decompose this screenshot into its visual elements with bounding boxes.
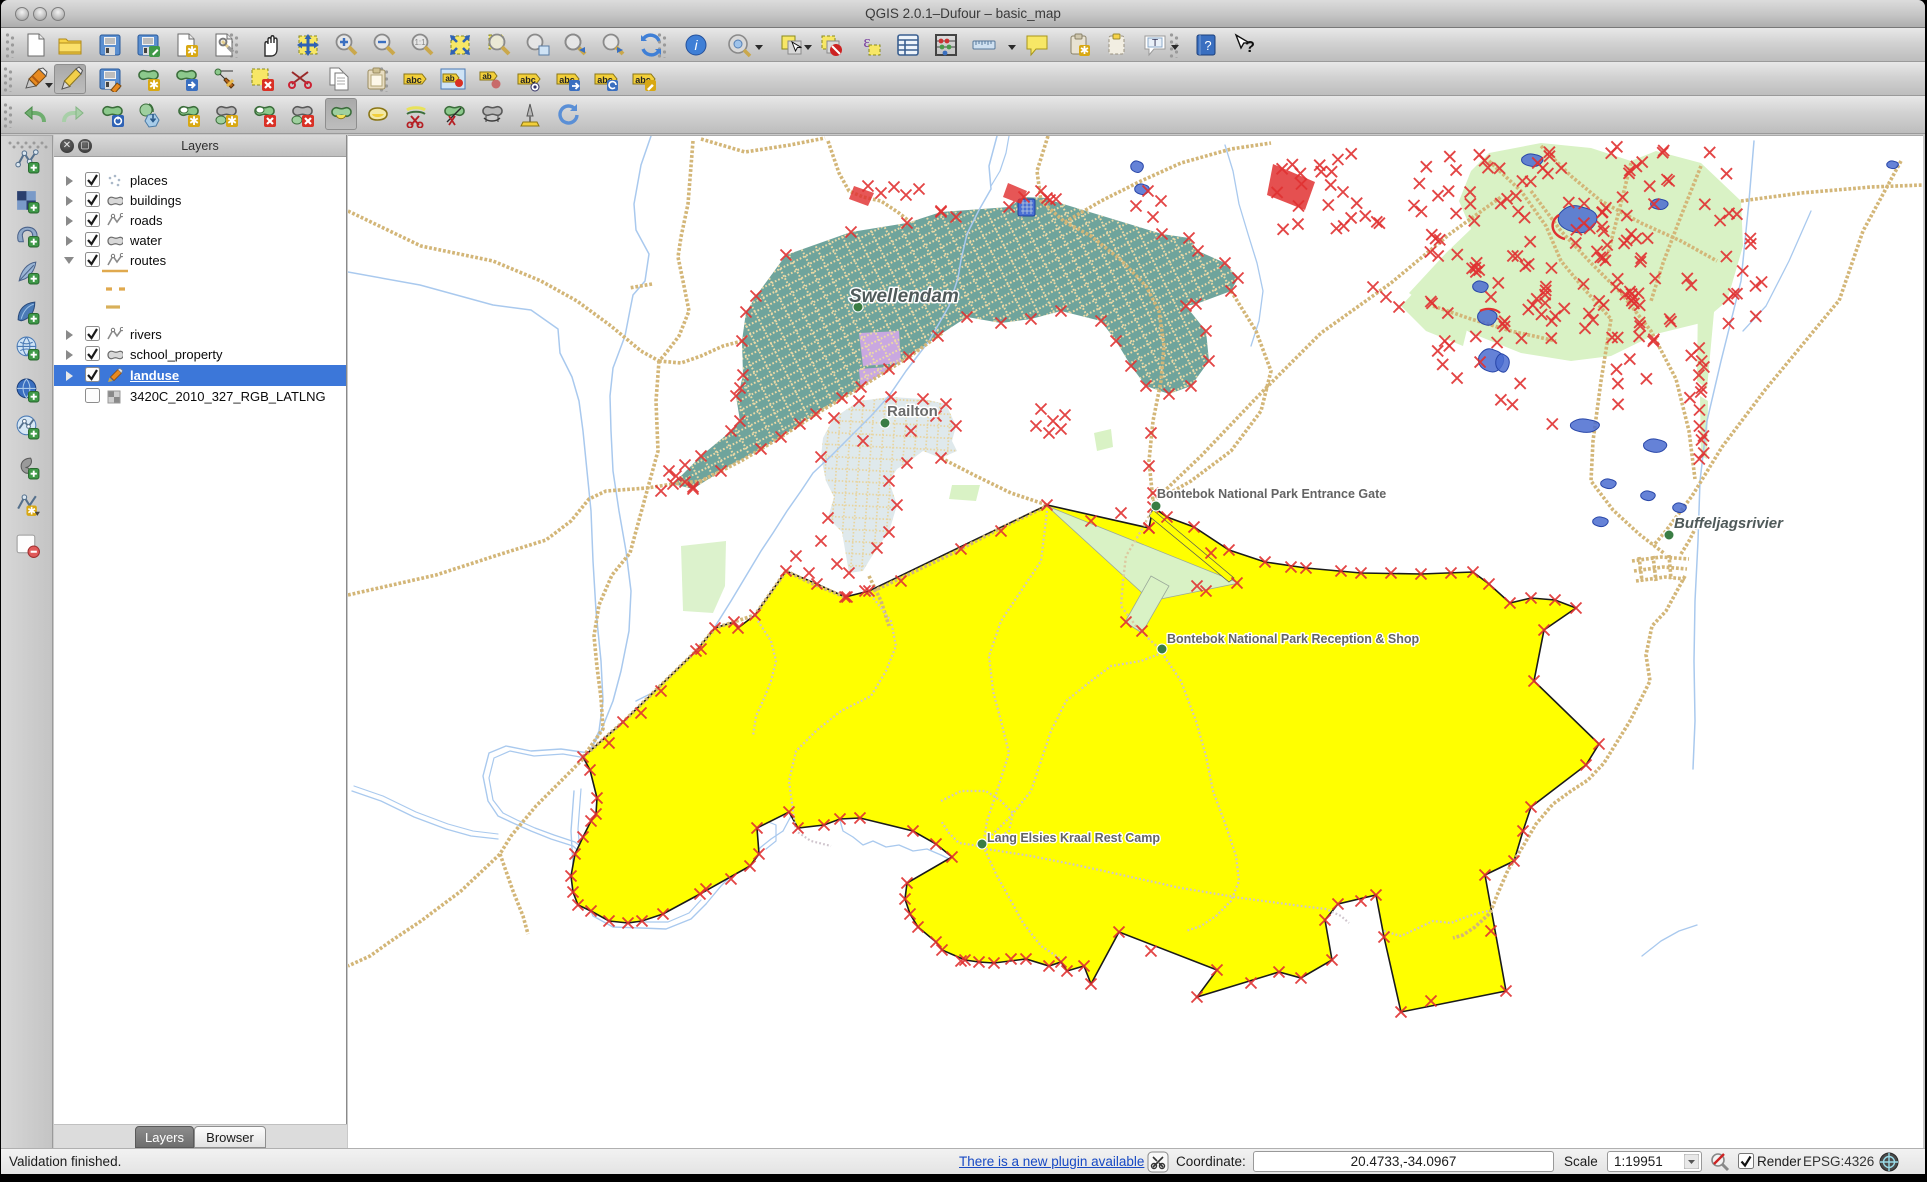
svg-text:✱: ✱ <box>149 78 159 92</box>
svg-text:✱: ✱ <box>1080 45 1089 57</box>
svg-text:abc: abc <box>406 75 422 85</box>
svg-text:1:1: 1:1 <box>414 38 426 47</box>
svg-text:✱: ✱ <box>227 114 237 128</box>
svg-text:Bontebok National Park Recepti: Bontebok National Park Reception & Shop <box>1167 632 1419 646</box>
svg-text:Railton: Railton <box>887 403 938 420</box>
svg-text:?: ? <box>1204 38 1211 53</box>
svg-text:Lang Elsies Kraal Rest Camp: Lang Elsies Kraal Rest Camp <box>987 831 1160 845</box>
svg-text:Swellendam: Swellendam <box>849 286 959 307</box>
svg-text:?: ? <box>1245 39 1255 56</box>
svg-text:✱: ✱ <box>187 44 197 58</box>
svg-text:Buffeljagsrivier: Buffeljagsrivier <box>1674 515 1784 532</box>
svg-text:ab: ab <box>482 72 491 81</box>
svg-text:✱: ✱ <box>189 114 199 128</box>
svg-text:ab: ab <box>445 74 454 83</box>
svg-text:Bontebok National Park Entranc: Bontebok National Park Entrance Gate <box>1157 487 1386 501</box>
svg-text:✱: ✱ <box>27 506 36 517</box>
svg-text:T: T <box>1152 38 1158 49</box>
